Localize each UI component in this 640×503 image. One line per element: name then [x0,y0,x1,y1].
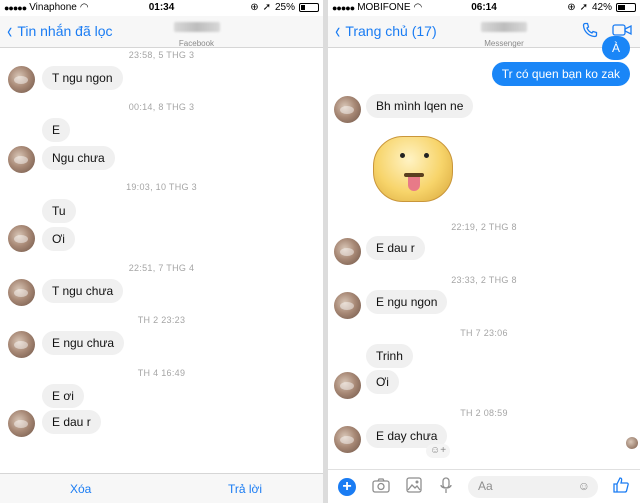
location-icon: ➚ [262,2,271,13]
delete-button[interactable]: Xóa [70,482,91,496]
incoming-message-bubble[interactable]: Ơi [366,370,399,394]
contact-avatar[interactable] [334,96,361,123]
message-input-placeholder: Aa [478,479,493,493]
timestamp: TH 7 23:06 [460,328,508,338]
outgoing-message-bubble[interactable]: À [601,36,630,60]
contact-avatar[interactable] [8,66,35,93]
contact-avatar[interactable] [8,146,35,173]
timestamp: 22:51, 7 THG 4 [128,263,195,273]
timestamp: TH 2 08:59 [460,408,508,418]
incoming-message-bubble[interactable]: E ngu chưa [42,331,125,355]
emoji-icon[interactable]: ☺ [578,479,590,493]
contact-avatar[interactable] [8,410,35,437]
incoming-message-bubble[interactable]: Ngu chưa [42,146,115,170]
message-composer: + Aa ☺ [328,469,640,503]
incoming-message-bubble[interactable]: E ơi [42,384,84,408]
incoming-message-bubble[interactable]: Trinh [366,344,413,368]
tongue-out-sticker[interactable] [373,136,453,202]
incoming-message-bubble[interactable]: Tu [42,199,76,223]
status-bar: ●●●●● MOBIFONE ◠ 06:14 ⊕ ➚ 42% [328,0,640,16]
incoming-message-bubble[interactable]: T ngu ngon [42,66,123,90]
add-reaction-icon[interactable]: ☺+ [426,444,451,458]
blurred-contact-name [481,22,527,32]
phone-icon[interactable] [582,22,598,38]
battery-percent: 42% [591,2,612,13]
image-icon[interactable] [406,477,422,493]
incoming-message-bubble[interactable]: T ngu chưa [42,279,124,303]
sticker-eye [424,153,429,158]
outgoing-message-bubble[interactable]: Tr có quen bạn ko zak [491,62,630,86]
request-action-bar: Xóa Trả lời [0,473,323,503]
location-icon: ➚ [579,2,588,13]
timestamp: TH 2 23:23 [137,315,186,325]
incoming-message-bubble[interactable]: Ơi [42,227,75,251]
contact-avatar[interactable] [8,279,35,306]
blurred-contact-name [173,22,220,32]
contact-avatar[interactable] [8,331,35,358]
timestamp: 19:03, 10 THG 3 [126,182,197,192]
contact-avatar[interactable] [8,225,35,252]
conversation-header: ‹ Tin nhắn đã lọc Facebook [0,16,323,48]
reply-button[interactable]: Trả lời [228,482,262,496]
timestamp: TH 4 16:49 [137,368,186,378]
timestamp: 23:33, 2 THG 8 [451,275,517,285]
incoming-message-bubble[interactable]: Bh mình lqen ne [366,94,474,118]
contact-avatar[interactable] [334,238,361,265]
battery-percent: 25% [274,2,295,13]
thumbs-up-icon[interactable] [612,476,630,494]
message-input[interactable]: Aa ☺ [468,476,598,498]
battery-icon [299,3,319,12]
conversation-source: Facebook [178,39,215,48]
conversation-header: ‹ Trang chủ (17) Messenger [328,16,640,48]
read-receipt-avatar [626,437,638,449]
timestamp: 00:14, 8 THG 3 [128,102,195,112]
sticker-eye [400,153,405,158]
incoming-message-bubble[interactable]: E dau r [366,236,425,260]
status-bar: ●●●●● Vinaphone ◠ 01:34 ⊕ ➚ 25% [0,0,323,16]
timestamp: 23:58, 5 THG 3 [128,50,195,60]
camera-icon[interactable] [372,477,390,493]
incoming-message-bubble[interactable]: E [42,118,71,142]
incoming-message-bubble[interactable]: E ngu ngon [366,290,448,314]
rotation-lock-icon: ⊕ [250,2,259,13]
battery-icon [616,3,636,12]
microphone-icon[interactable] [440,477,452,495]
contact-avatar[interactable] [334,292,361,319]
plus-icon[interactable]: + [338,478,356,496]
filtered-messages-screen: ●●●●● Vinaphone ◠ 01:34 ⊕ ➚ 25% ‹ Tin nh… [0,0,323,503]
timestamp: 22:19, 2 THG 8 [451,222,517,232]
contact-avatar[interactable] [334,426,361,453]
incoming-message-bubble[interactable]: E dau r [42,410,101,434]
messenger-conversation-screen: ●●●●● MOBIFONE ◠ 06:14 ⊕ ➚ 42% ‹ Trang c… [328,0,640,503]
rotation-lock-icon: ⊕ [567,2,576,13]
contact-avatar[interactable] [334,372,361,399]
conversation-source: Messenger [484,39,524,48]
sticker-tongue [408,177,420,191]
contact-title[interactable]: Facebook [0,19,323,48]
